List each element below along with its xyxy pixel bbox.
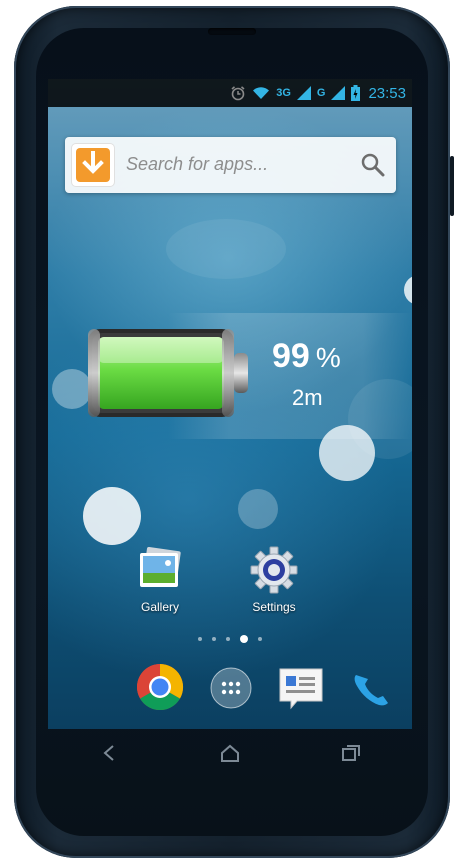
- back-button[interactable]: [79, 733, 139, 773]
- app-drawer-icon: [210, 667, 252, 709]
- battery-percent-value: 99: [272, 337, 310, 375]
- bokeh-light: [166, 219, 286, 279]
- network-type-3g: 3G: [276, 87, 291, 99]
- signal-icon: [331, 86, 346, 100]
- network-type-g: G: [316, 87, 326, 99]
- status-bar: 3G G 23:53: [48, 79, 412, 107]
- battery-percent-unit: %: [315, 342, 341, 373]
- clock: 23:53: [368, 84, 406, 102]
- wifi-icon: [253, 87, 270, 99]
- search-icon[interactable]: [360, 152, 386, 178]
- app-label: Gallery: [140, 600, 179, 614]
- earpiece-speaker: [208, 28, 256, 35]
- home-screen: 3G G 23:53 Search for apps... 99 % 2m Ga…: [48, 79, 412, 729]
- dock-chrome[interactable]: [136, 663, 184, 716]
- alarm-icon: [231, 86, 245, 101]
- bokeh-light: [404, 275, 412, 305]
- app-settings[interactable]: Settings: [234, 545, 314, 614]
- app-label: Settings: [252, 600, 296, 614]
- chrome-icon: [137, 663, 184, 711]
- page-dot[interactable]: [226, 637, 230, 641]
- battery-widget[interactable]: 99% 2m: [48, 313, 412, 439]
- page-indicator: [48, 634, 412, 644]
- home-button[interactable]: [200, 733, 260, 773]
- back-icon: [103, 745, 114, 761]
- app-search-bar[interactable]: Search for apps...: [65, 137, 396, 193]
- battery-percentage: 99%: [272, 337, 341, 376]
- battery-charging-icon: [351, 85, 361, 101]
- bokeh-light: [238, 489, 278, 529]
- volume-button: [450, 156, 454, 216]
- page-dot[interactable]: [198, 637, 202, 641]
- page-dot-active[interactable]: [240, 635, 248, 643]
- signal-icon: [296, 86, 311, 100]
- dock-messaging[interactable]: [277, 665, 325, 716]
- search-input-placeholder[interactable]: Search for apps...: [126, 154, 268, 175]
- bokeh-light: [83, 487, 141, 545]
- recents-icon: [342, 745, 361, 761]
- dock-app-drawer[interactable]: [210, 667, 252, 714]
- page-dot[interactable]: [212, 637, 216, 641]
- navigation-bar: [48, 730, 412, 776]
- dock-phone[interactable]: [350, 669, 396, 714]
- app-gallery[interactable]: Gallery: [120, 545, 200, 614]
- messaging-icon: [279, 668, 323, 710]
- recents-button[interactable]: [321, 733, 381, 773]
- page-dot[interactable]: [258, 637, 262, 641]
- gear-icon: [250, 546, 298, 594]
- battery-time-remaining: 2m: [292, 385, 323, 410]
- phone-icon: [354, 675, 388, 706]
- home-icon: [220, 744, 239, 762]
- gallery-icon: [140, 547, 181, 587]
- battery-icon: [88, 329, 248, 417]
- download-arrow-icon: [72, 144, 114, 186]
